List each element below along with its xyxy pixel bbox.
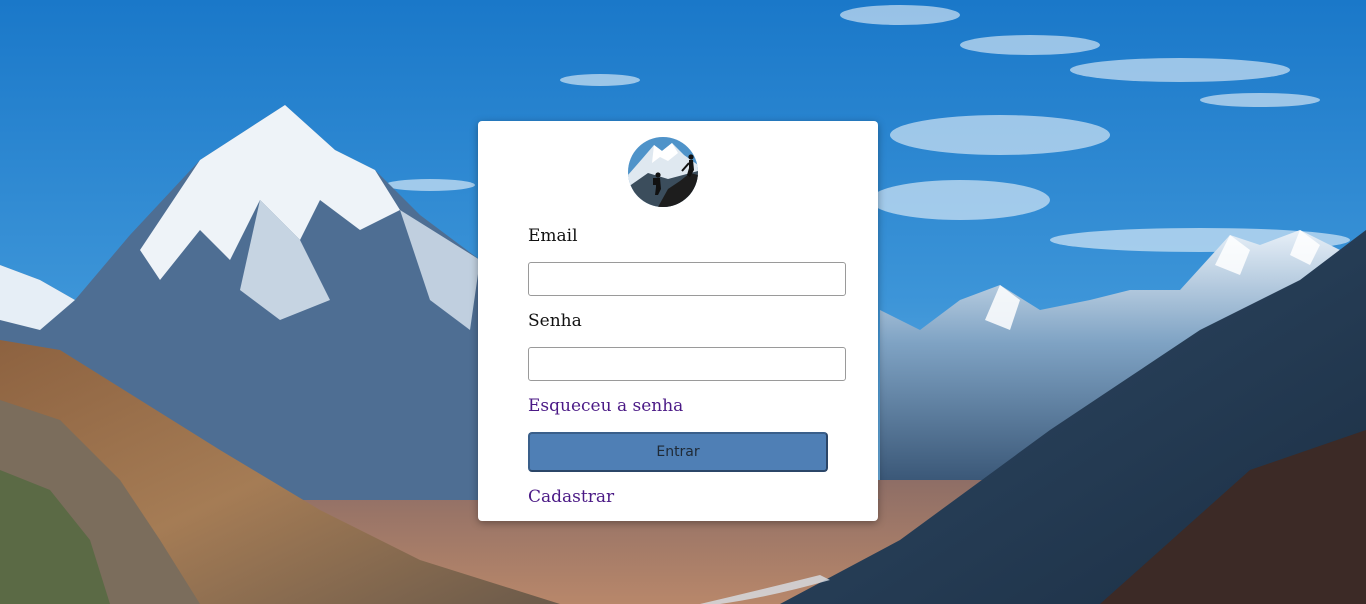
email-field[interactable] (528, 262, 846, 296)
login-card: Email Senha Esqueceu a senha Entrar Cada… (478, 121, 878, 521)
email-label: Email (528, 226, 578, 246)
login-button[interactable]: Entrar (528, 432, 828, 472)
forgot-password-link[interactable]: Esqueceu a senha (528, 396, 683, 416)
password-label: Senha (528, 311, 582, 331)
password-field[interactable] (528, 347, 846, 381)
register-link[interactable]: Cadastrar (528, 487, 614, 507)
mountain-climbers-avatar-icon (628, 137, 698, 207)
